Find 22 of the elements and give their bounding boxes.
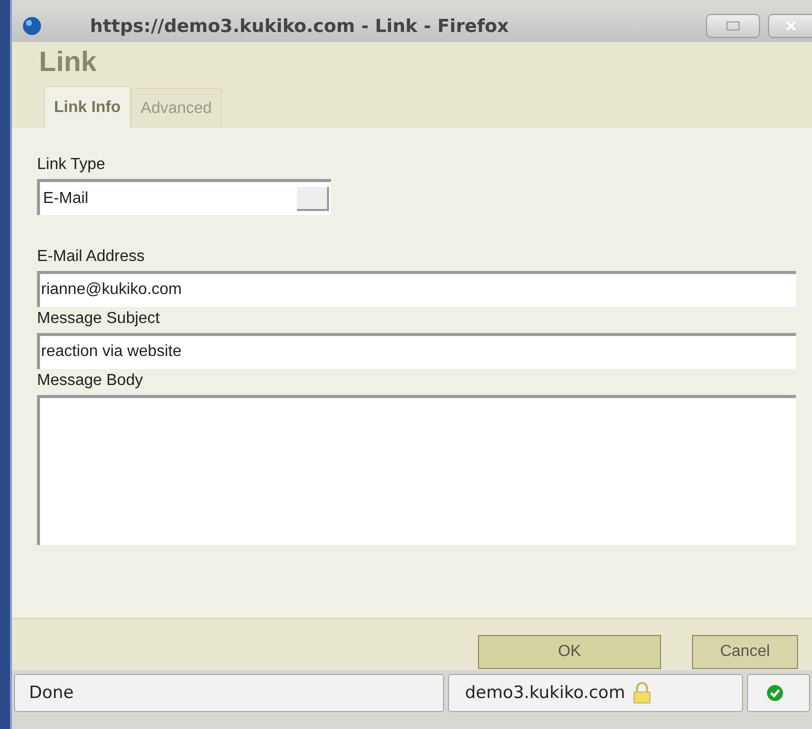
input-field[interactable]: rianne@kukiko.com [37,271,796,307]
host-text: demo3.kukiko.com [448,674,743,712]
status-text: Done [14,674,444,712]
tab[interactable]: Link Info [44,86,131,128]
link-type-dropdown[interactable]: E-Mail [37,179,331,215]
minimize-button[interactable] [706,14,760,38]
cancel-button[interactable]: Cancel [692,635,798,669]
close-icon [784,21,796,31]
dialog-title: Link [38,45,98,79]
message-body-field[interactable] [37,395,796,545]
field-label: Message Subject [37,309,161,329]
field-label: Link Type [37,155,106,175]
input-field[interactable]: reaction via website [37,333,796,369]
ok-button[interactable]: OK [478,635,661,669]
field-label: Message Body [37,371,144,391]
padlock-icon [633,682,652,704]
globe-icon [22,16,42,36]
checkmark-icon [766,684,784,702]
window-title: https://demo3.kukiko.com - Link - Firefox [90,16,510,36]
close-button[interactable] [768,14,812,38]
minimize-icon [726,21,740,31]
field-label: E-Mail Address [37,247,146,267]
